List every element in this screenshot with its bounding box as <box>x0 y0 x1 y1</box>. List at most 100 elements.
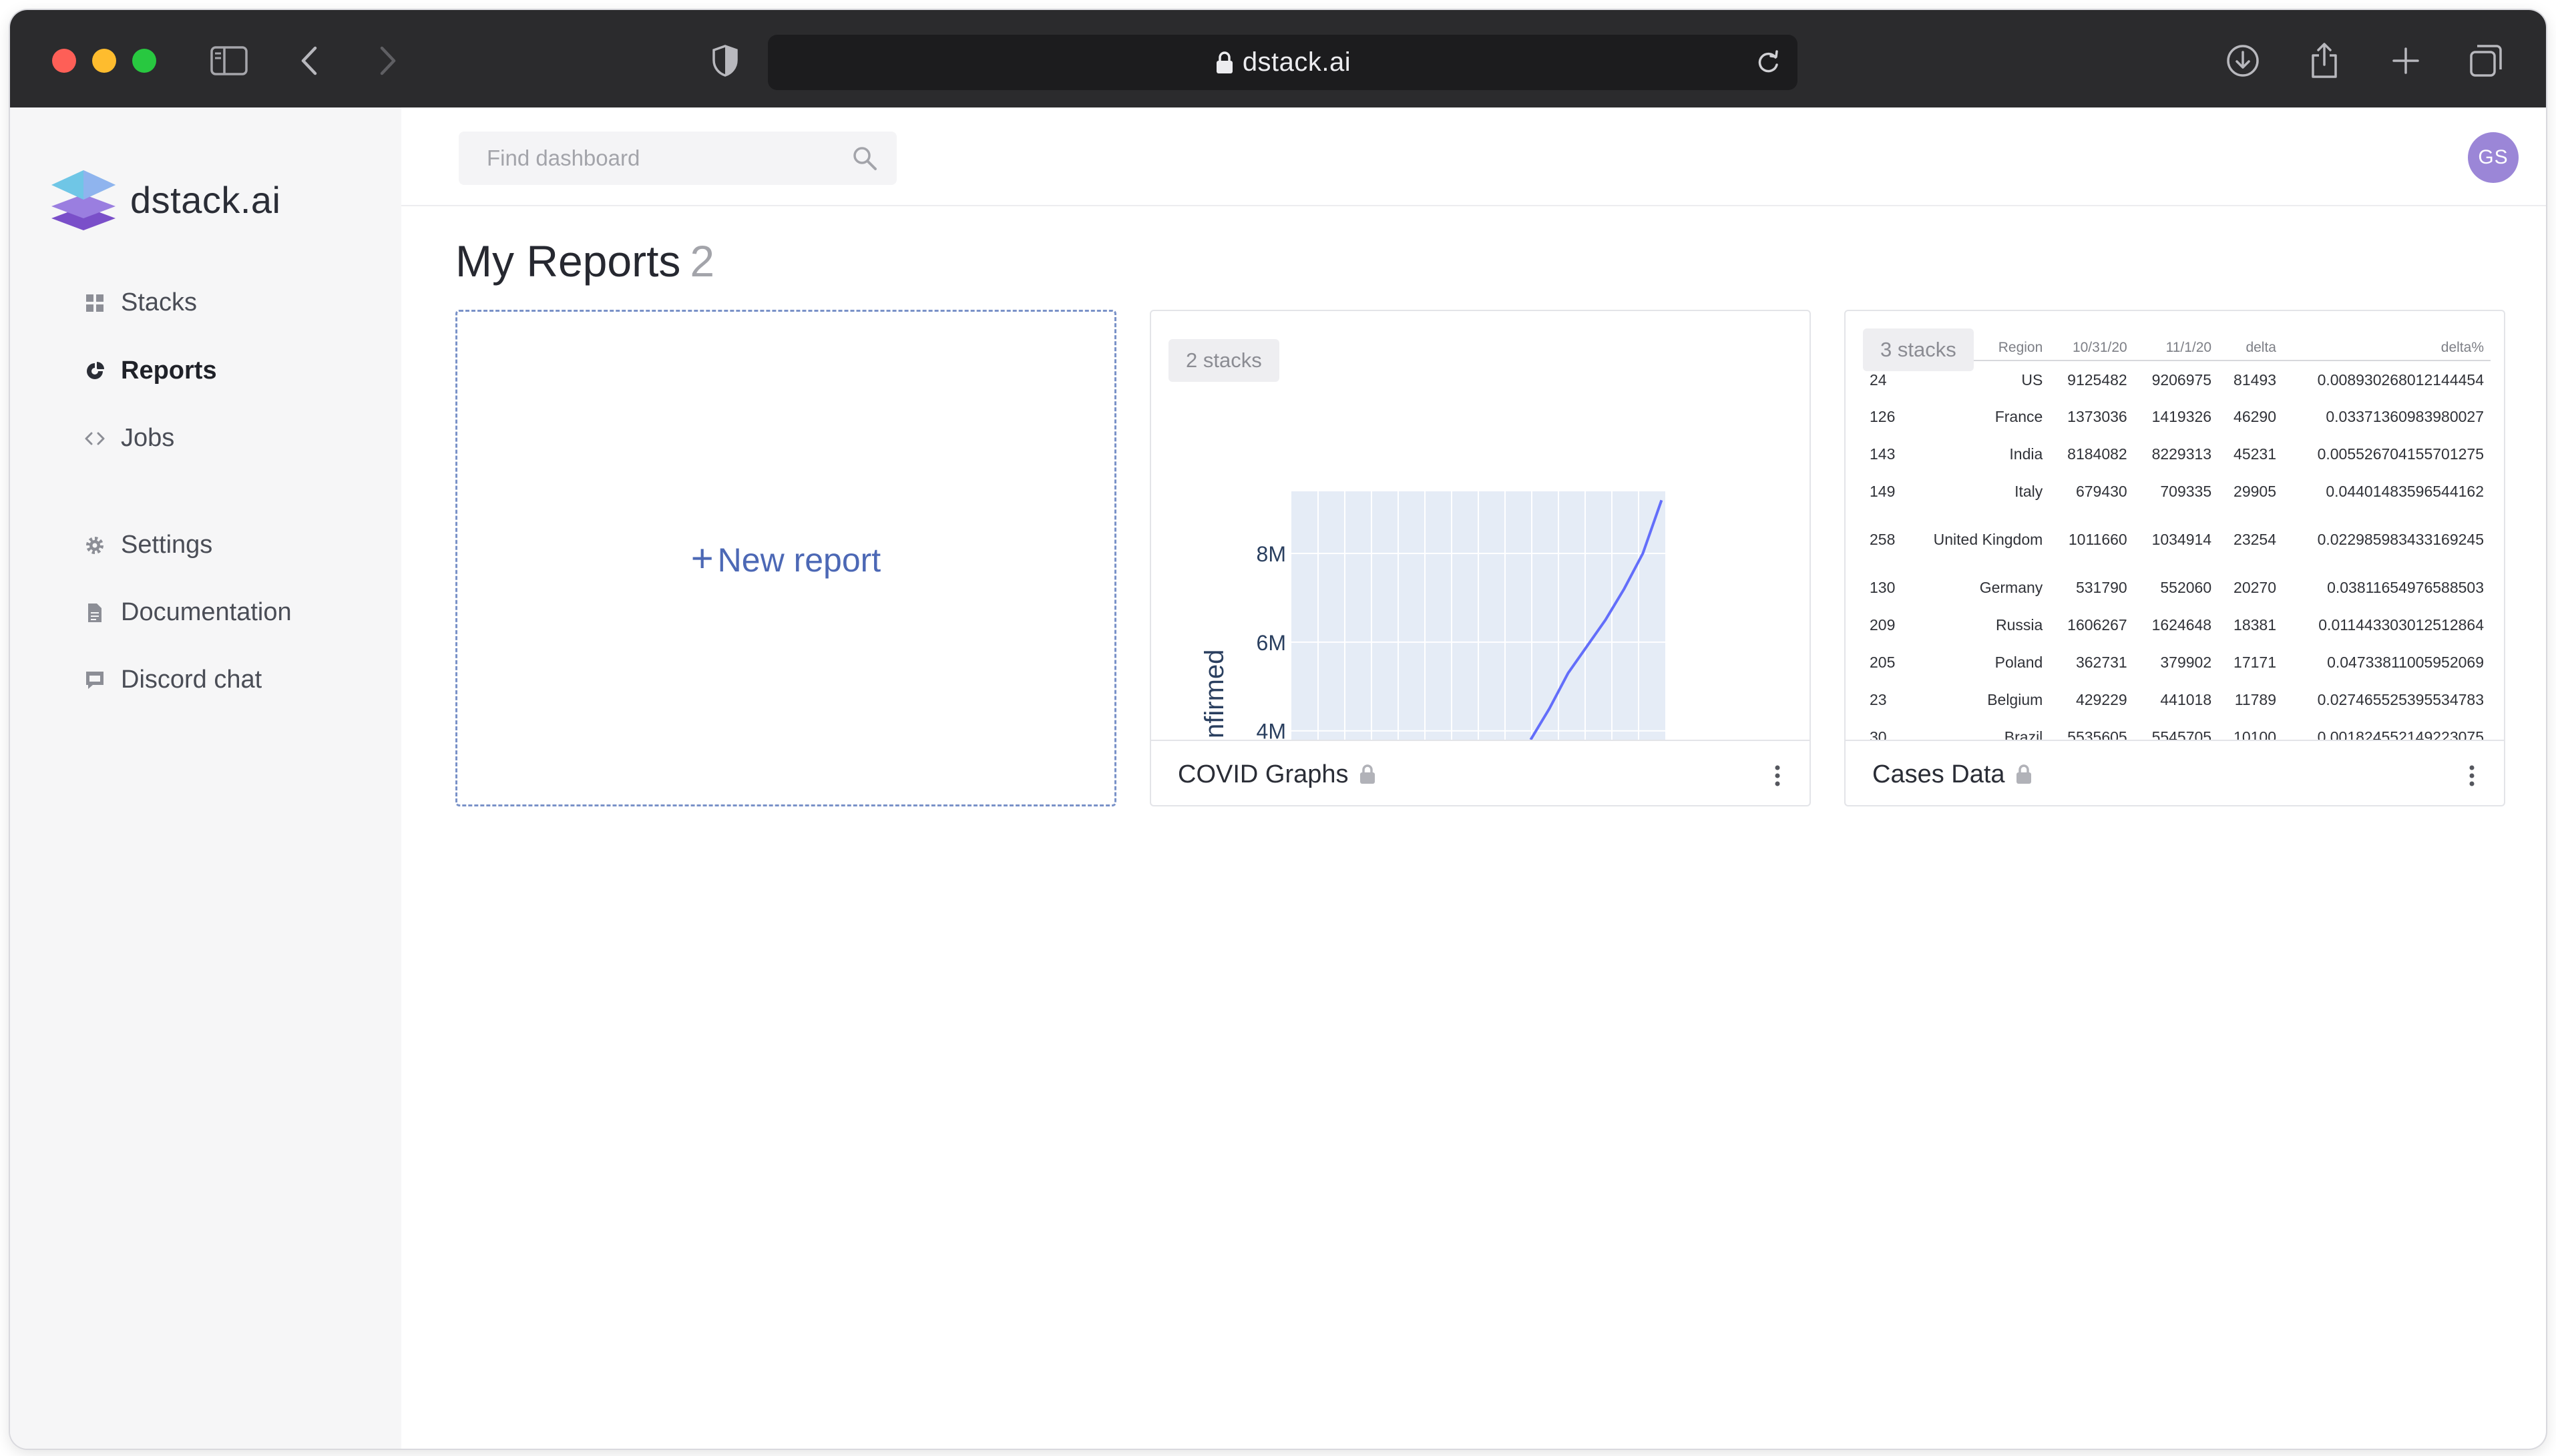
address-bar[interactable]: dstack.ai <box>768 35 1797 90</box>
sidebar-item-label: Reports <box>121 356 217 385</box>
table-cell: 0.011443303012512864 <box>2318 616 2484 634</box>
sidebar-item-label: Stacks <box>121 288 198 316</box>
cases-table: Region 10/31/20 11/1/20 delta delta% 24 U… <box>1863 335 2491 740</box>
table-cell: 8229313 <box>2151 445 2212 463</box>
url-text: dstack.ai <box>1242 47 1351 77</box>
avatar[interactable]: GS <box>2468 132 2519 183</box>
table-cell: 46290 <box>2233 408 2276 425</box>
table-cell: 9206975 <box>2151 371 2212 389</box>
table-cell: Italy <box>2014 483 2043 500</box>
table-cell: 429229 <box>2075 691 2127 708</box>
download-icon[interactable] <box>2224 42 2262 79</box>
card-title: Cases Data <box>1872 760 2005 788</box>
table-cell: Germany <box>1979 579 2043 596</box>
table-cell: 8184082 <box>2067 445 2127 463</box>
table-cell: 0.04401483596544162 <box>2326 483 2484 500</box>
reload-icon[interactable] <box>1753 48 1783 77</box>
close-window-button[interactable] <box>52 49 76 73</box>
search-icon[interactable] <box>851 145 878 172</box>
sidebar-item-discord-chat[interactable]: Discord chat <box>85 666 262 694</box>
table-cell: India <box>2009 445 2043 463</box>
table-cell: 0.005526704155701275 <box>2317 445 2484 463</box>
table-cell: 23 <box>1870 691 1887 708</box>
y-tick-label: 8M <box>1257 542 1286 566</box>
share-icon[interactable] <box>2306 42 2343 79</box>
lock-icon <box>2016 764 2031 784</box>
table-cell: 20270 <box>2233 579 2276 596</box>
table-cell: 1034914 <box>2151 531 2212 548</box>
table-row: 209 Russia 1606267 1624648 18381 0.0114433030… <box>1863 606 2491 644</box>
table-cell: 81493 <box>2233 371 2276 389</box>
table-row: 258 United Kingdom 1011660 1034914 23254 0.02… <box>1863 510 2491 569</box>
code-icon <box>85 429 105 449</box>
table-cell: 258 <box>1870 531 1896 548</box>
page-title: My Reports 2 <box>455 236 714 286</box>
table-cell: 205 <box>1870 654 1896 671</box>
table-cell: 130 <box>1870 579 1896 596</box>
table-cell: 552060 <box>2160 579 2212 596</box>
table-row: 23 Belgium 429229 441018 11789 0.027465525395… <box>1863 681 2491 718</box>
report-icon <box>85 361 105 381</box>
sidebar-item-label: Discord chat <box>121 666 262 694</box>
more-options-icon[interactable] <box>1771 762 1784 789</box>
column-header: 11/1/20 <box>2133 335 2219 361</box>
table-cell: 17171 <box>2233 654 2276 671</box>
browser-window: dstack.ai dstack.ai Stacks Reports Jobs … <box>10 10 2546 1449</box>
lock-icon <box>1216 51 1233 73</box>
table-cell: 5545705 <box>2151 728 2212 740</box>
sidebar-item-stacks[interactable]: Stacks <box>85 288 197 317</box>
sidebar-item-label: Settings <box>121 531 213 559</box>
table-cell: United Kingdom <box>1933 531 2043 548</box>
sidebar-item-label: Jobs <box>121 424 175 452</box>
minimize-window-button[interactable] <box>92 49 116 73</box>
new-tab-icon[interactable] <box>2387 42 2424 79</box>
tab-overview-icon[interactable] <box>2467 42 2505 79</box>
y-tick-label: 6M <box>1257 631 1286 655</box>
table-cell: 362731 <box>2075 654 2127 671</box>
chat-icon <box>85 670 105 690</box>
table-cell: Russia <box>1995 616 2043 634</box>
table-row: 126 France 1373036 1419326 46290 0.0337136098… <box>1863 398 2491 435</box>
more-options-icon[interactable] <box>2465 762 2479 789</box>
new-report-button[interactable]: + New report <box>455 310 1116 806</box>
table-cell: 441018 <box>2160 691 2212 708</box>
column-header: delta <box>2218 335 2283 361</box>
table-cell: 11789 <box>2234 691 2276 708</box>
table-cell: 209 <box>1870 616 1896 634</box>
table-cell: 18381 <box>2233 616 2276 634</box>
sidebar-item-jobs[interactable]: Jobs <box>85 424 174 453</box>
gear-icon <box>85 535 105 555</box>
column-header: 10/31/20 <box>2049 335 2134 361</box>
brand-name: dstack.ai <box>130 178 281 221</box>
table-cell: 1011660 <box>2068 531 2127 548</box>
report-card-covid-graphs[interactable]: 8M 6M 4M nfirmed 2 stacks COVID Graphs <box>1150 310 1811 806</box>
table-row: 205 Poland 362731 379902 17171 0.047338110059… <box>1863 644 2491 681</box>
table-cell: France <box>1994 408 2043 425</box>
stacks-badge: 2 stacks <box>1168 339 1279 382</box>
sidebar-toggle-icon[interactable] <box>210 42 248 79</box>
sidebar-item-reports[interactable]: Reports <box>85 356 217 385</box>
table-cell: 10100 <box>2233 728 2276 740</box>
back-icon[interactable] <box>290 42 328 79</box>
table-cell: 45231 <box>2233 445 2276 463</box>
search-box <box>459 132 897 185</box>
table-cell: 709335 <box>2160 483 2212 500</box>
report-card-cases-data[interactable]: Region 10/31/20 11/1/20 delta delta% 24 U… <box>1844 310 2505 806</box>
table-cell: Belgium <box>1987 691 2043 708</box>
forward-icon[interactable] <box>369 42 407 79</box>
search-input[interactable] <box>459 132 833 185</box>
table-cell: 1373036 <box>2067 408 2127 425</box>
new-report-label: + New report <box>691 536 881 581</box>
brand[interactable]: dstack.ai <box>49 168 281 232</box>
sidebar-item-documentation[interactable]: Documentation <box>85 598 292 627</box>
sidebar-item-settings[interactable]: Settings <box>85 531 212 559</box>
shield-icon[interactable] <box>706 42 744 79</box>
browser-toolbar: dstack.ai <box>10 10 2546 107</box>
table-cell: 5535605 <box>2067 728 2127 740</box>
maximize-window-button[interactable] <box>132 49 156 73</box>
table-cell: 1624648 <box>2151 616 2212 634</box>
report-count: 2 <box>690 236 715 286</box>
table-cell: 30 <box>1870 728 1887 740</box>
column-header: delta% <box>2283 335 2491 361</box>
document-icon <box>85 603 105 623</box>
